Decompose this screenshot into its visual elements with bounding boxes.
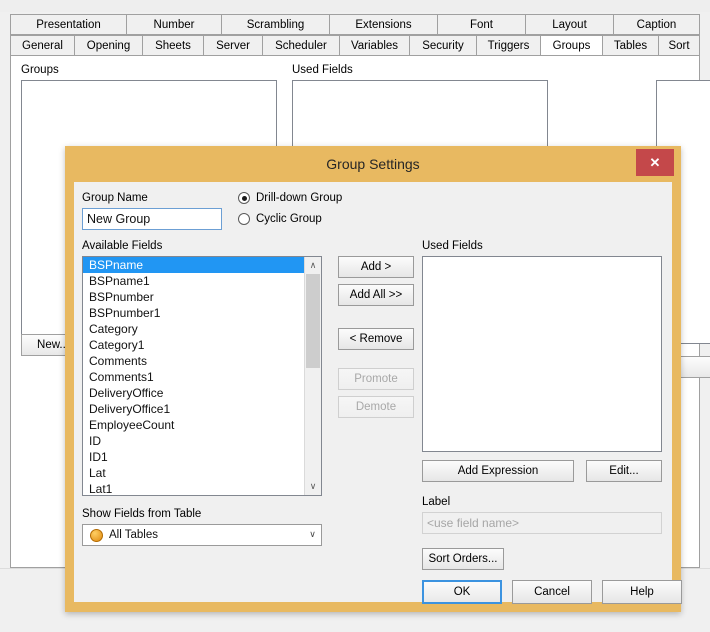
available-field-item[interactable]: BSPname1 xyxy=(83,273,304,289)
available-fields-label: Available Fields xyxy=(82,240,163,252)
tab-security[interactable]: Security xyxy=(409,35,476,56)
available-field-item[interactable]: EmployeeCount xyxy=(83,417,304,433)
ok-button[interactable]: OK xyxy=(422,580,502,604)
cancel-button[interactable]: Cancel xyxy=(512,580,592,604)
edit-expression-button[interactable]: Edit... xyxy=(586,460,662,482)
sort-orders-button[interactable]: Sort Orders... xyxy=(422,548,504,570)
tab-scheduler[interactable]: Scheduler xyxy=(262,35,339,56)
radio-button-icon xyxy=(238,213,250,225)
available-field-item[interactable]: Category xyxy=(83,321,304,337)
radio-label: Drill-down Group xyxy=(256,192,343,204)
tab-sort[interactable]: Sort xyxy=(658,35,700,56)
available-field-item[interactable]: ID1 xyxy=(83,449,304,465)
used-fields-listbox[interactable] xyxy=(422,256,662,452)
radio-cyclic-group[interactable]: Cyclic Group xyxy=(238,213,322,225)
background-top-strip xyxy=(0,0,710,12)
tab-general[interactable]: General xyxy=(10,35,74,56)
scroll-down-arrow-icon[interactable]: ∨ xyxy=(305,478,321,495)
tab-opening[interactable]: Opening xyxy=(74,35,142,56)
close-icon[interactable]: ✕ xyxy=(636,149,674,176)
available-field-item[interactable]: ID xyxy=(83,433,304,449)
add-expression-button[interactable]: Add Expression xyxy=(422,460,574,482)
group-name-label: Group Name xyxy=(82,192,148,204)
label-input[interactable]: <use field name> xyxy=(422,512,662,534)
promote-button: Promote xyxy=(338,368,414,390)
table-scope-icon xyxy=(90,528,103,542)
available-field-item[interactable]: DeliveryOffice xyxy=(83,385,304,401)
tab-layout[interactable]: Layout xyxy=(525,14,613,35)
group-settings-dialog: Group Settings ✕ Group Name New Group Dr… xyxy=(65,146,682,612)
-remove-button[interactable]: < Remove xyxy=(338,328,414,350)
available-fields-listbox[interactable]: BSPname BSPname1 BSPnumber BSPnumber1 Catego… xyxy=(82,256,322,496)
scroll-up-arrow-icon[interactable]: ∧ xyxy=(305,257,321,274)
scrollbar-thumb[interactable] xyxy=(306,274,320,368)
available-field-item[interactable]: Category1 xyxy=(83,337,304,353)
demote-button: Demote xyxy=(338,396,414,418)
available-field-item[interactable]: BSPnumber xyxy=(83,289,304,305)
tab-groups[interactable]: Groups xyxy=(540,35,602,56)
available-field-item[interactable]: Comments xyxy=(83,353,304,369)
show-fields-from-table-label: Show Fields from Table xyxy=(82,508,202,520)
help-button[interactable]: Help xyxy=(602,580,682,604)
tab-variables[interactable]: Variables xyxy=(339,35,409,56)
tab-sheets[interactable]: Sheets xyxy=(142,35,203,56)
show-fields-from-table-value: All Tables xyxy=(109,529,159,541)
available-field-item[interactable]: Lat1 xyxy=(83,481,304,495)
add--button[interactable]: Add > xyxy=(338,256,414,278)
dialog-title: Group Settings xyxy=(326,156,420,172)
available-fields-scrollbar[interactable]: ∧ ∨ xyxy=(304,257,321,495)
used-fields-label: Used Fields xyxy=(422,240,483,252)
used-fields-panel-label: Used Fields xyxy=(292,64,353,76)
tab-presentation[interactable]: Presentation xyxy=(10,14,126,35)
tab-row-lower: General Opening Sheets Server Scheduler Varia… xyxy=(10,35,700,56)
screen: Presentation Number Scrambling Extensions Fo… xyxy=(0,0,710,632)
groups-panel-label: Groups xyxy=(21,64,59,76)
available-field-item[interactable]: DeliveryOffice1 xyxy=(83,401,304,417)
label-caption: Label xyxy=(422,496,451,508)
tab-triggers[interactable]: Triggers xyxy=(476,35,540,56)
tab-scrambling[interactable]: Scrambling xyxy=(221,14,329,35)
available-field-item[interactable]: BSPname xyxy=(83,257,304,273)
available-field-item[interactable]: Lat xyxy=(83,465,304,481)
add-all--button[interactable]: Add All >> xyxy=(338,284,414,306)
available-fields-items: BSPname BSPname1 BSPnumber BSPnumber1 Catego… xyxy=(83,257,304,495)
show-fields-from-table-combobox[interactable]: All Tables ∨ xyxy=(82,524,322,546)
radio-label: Cyclic Group xyxy=(256,213,322,225)
tab-caption[interactable]: Caption xyxy=(613,14,700,35)
settings-tabstrip: Presentation Number Scrambling Extensions Fo… xyxy=(10,14,700,56)
chevron-down-icon[interactable]: ∨ xyxy=(304,530,321,540)
group-name-input[interactable]: New Group xyxy=(82,208,222,230)
radio-button-icon xyxy=(238,192,250,204)
radio-drill-down-group[interactable]: Drill-down Group xyxy=(238,192,342,204)
dialog-body: Group Name New Group Drill-down Group Cyc… xyxy=(74,182,682,604)
tab-tables[interactable]: Tables xyxy=(602,35,658,56)
dialog-titlebar[interactable]: Group Settings ✕ xyxy=(65,146,681,182)
tab-row-upper: Presentation Number Scrambling Extensions Fo… xyxy=(10,14,700,35)
tab-number[interactable]: Number xyxy=(126,14,221,35)
available-field-item[interactable]: Comments1 xyxy=(83,369,304,385)
tab-font[interactable]: Font xyxy=(437,14,525,35)
tab-extensions[interactable]: Extensions xyxy=(329,14,437,35)
available-field-item[interactable]: BSPnumber1 xyxy=(83,305,304,321)
tab-server[interactable]: Server xyxy=(203,35,262,56)
